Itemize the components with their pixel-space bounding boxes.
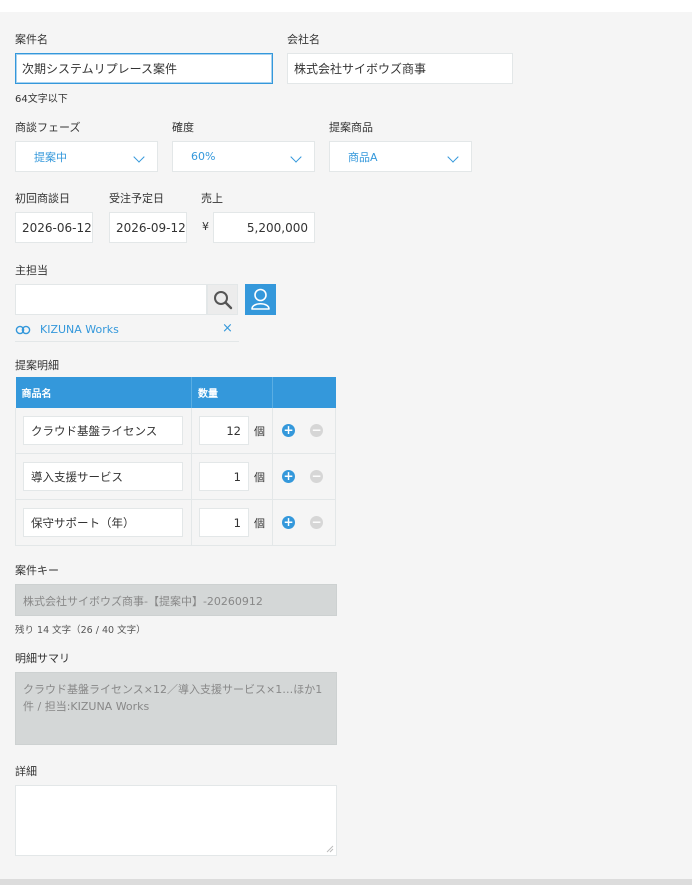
company-label: 会社名 bbox=[287, 33, 320, 46]
product-select[interactable]: 商品A bbox=[329, 141, 472, 172]
bottom-bar bbox=[0, 879, 692, 885]
sales-input[interactable]: 5,200,000 bbox=[213, 212, 315, 243]
summary-label: 明細サマリ bbox=[15, 652, 70, 665]
phase-value: 提案中 bbox=[34, 150, 67, 164]
column-header-qty: 数量 bbox=[191, 377, 273, 408]
deal-name-input[interactable]: 次期システムリプレース案件 bbox=[15, 53, 273, 84]
details-textarea[interactable] bbox=[15, 785, 337, 856]
company-input[interactable]: 株式会社サイボウズ商事 bbox=[287, 53, 513, 84]
deal-key-label: 案件キー bbox=[15, 564, 59, 577]
add-row-icon[interactable]: + bbox=[282, 470, 295, 483]
selected-user-name[interactable]: KIZUNA Works bbox=[40, 323, 119, 336]
chevron-down-icon bbox=[447, 151, 459, 163]
deal-key-hint: 残り 14 文字（26 / 40 文字） bbox=[15, 625, 146, 636]
phase-select[interactable]: 提案中 bbox=[15, 141, 158, 172]
remove-row-icon[interactable]: − bbox=[310, 516, 323, 529]
summary-field: クラウド基盤ライセンス×12／導入支援サービス×1…ほか1件 / 担当:KIZU… bbox=[15, 672, 337, 745]
owner-search-button[interactable] bbox=[207, 284, 238, 315]
table-row: クラウド基盤ライセンス 12 個 + − bbox=[15, 408, 336, 454]
qty-unit: 個 bbox=[254, 425, 265, 438]
certainty-value: 60% bbox=[191, 150, 216, 163]
search-icon bbox=[214, 291, 233, 310]
chevron-down-icon bbox=[290, 151, 302, 163]
product-name-input[interactable]: クラウド基盤ライセンス bbox=[23, 416, 183, 445]
certainty-select[interactable]: 60% bbox=[172, 141, 315, 172]
deal-name-label: 案件名 bbox=[15, 33, 48, 46]
product-label: 提案商品 bbox=[329, 121, 373, 134]
details-label: 詳細 bbox=[15, 765, 37, 778]
order-date-label: 受注予定日 bbox=[109, 192, 164, 205]
product-name-input[interactable]: 導入支援サービス bbox=[23, 462, 183, 491]
first-meeting-label: 初回商談日 bbox=[15, 192, 70, 205]
user-picker-button[interactable] bbox=[245, 284, 276, 315]
product-name-input[interactable]: 保守サポート（年） bbox=[23, 508, 183, 537]
top-bar bbox=[0, 0, 692, 12]
user-icon bbox=[251, 288, 270, 310]
deal-key-field: 株式会社サイボウズ商事-【提案中】-20260912 bbox=[15, 584, 337, 616]
qty-input[interactable]: 12 bbox=[199, 416, 249, 445]
close-icon[interactable]: × bbox=[222, 321, 233, 336]
qty-unit: 個 bbox=[254, 471, 265, 484]
chevron-down-icon bbox=[133, 151, 145, 163]
remove-row-icon[interactable]: − bbox=[310, 424, 323, 437]
organization-icon bbox=[15, 325, 31, 335]
deal-name-hint: 64文字以下 bbox=[15, 94, 68, 105]
remove-row-icon[interactable]: − bbox=[310, 470, 323, 483]
column-header-product: 商品名 bbox=[15, 377, 192, 408]
add-row-icon[interactable]: + bbox=[282, 424, 295, 437]
detail-table: 商品名 数量 クラウド基盤ライセンス 12 個 + − 導入支援サービス 1個 + −… bbox=[15, 377, 336, 546]
qty-input[interactable]: 1 bbox=[199, 508, 249, 537]
currency-symbol: ¥ bbox=[202, 220, 209, 233]
owner-label: 主担当 bbox=[15, 264, 48, 277]
product-value: 商品A bbox=[348, 150, 378, 164]
sales-label: 売上 bbox=[201, 192, 223, 205]
first-meeting-input[interactable]: 2026-06-12 bbox=[15, 212, 93, 243]
column-header-actions bbox=[272, 377, 336, 408]
selected-user-entry: KIZUNA Works × bbox=[15, 320, 239, 342]
detail-table-label: 提案明細 bbox=[15, 359, 59, 372]
qty-unit: 個 bbox=[254, 517, 265, 530]
table-row: 導入支援サービス 1個 + − bbox=[15, 453, 336, 500]
certainty-label: 確度 bbox=[172, 121, 194, 134]
qty-input[interactable]: 1 bbox=[199, 462, 249, 491]
phase-label: 商談フェーズ bbox=[15, 121, 81, 134]
resize-handle-icon[interactable] bbox=[326, 845, 334, 853]
order-date-input[interactable]: 2026-09-12 bbox=[109, 212, 187, 243]
add-row-icon[interactable]: + bbox=[282, 516, 295, 529]
table-row: 保守サポート（年） 1個 + − bbox=[15, 499, 336, 546]
owner-search-input[interactable] bbox=[15, 284, 207, 315]
